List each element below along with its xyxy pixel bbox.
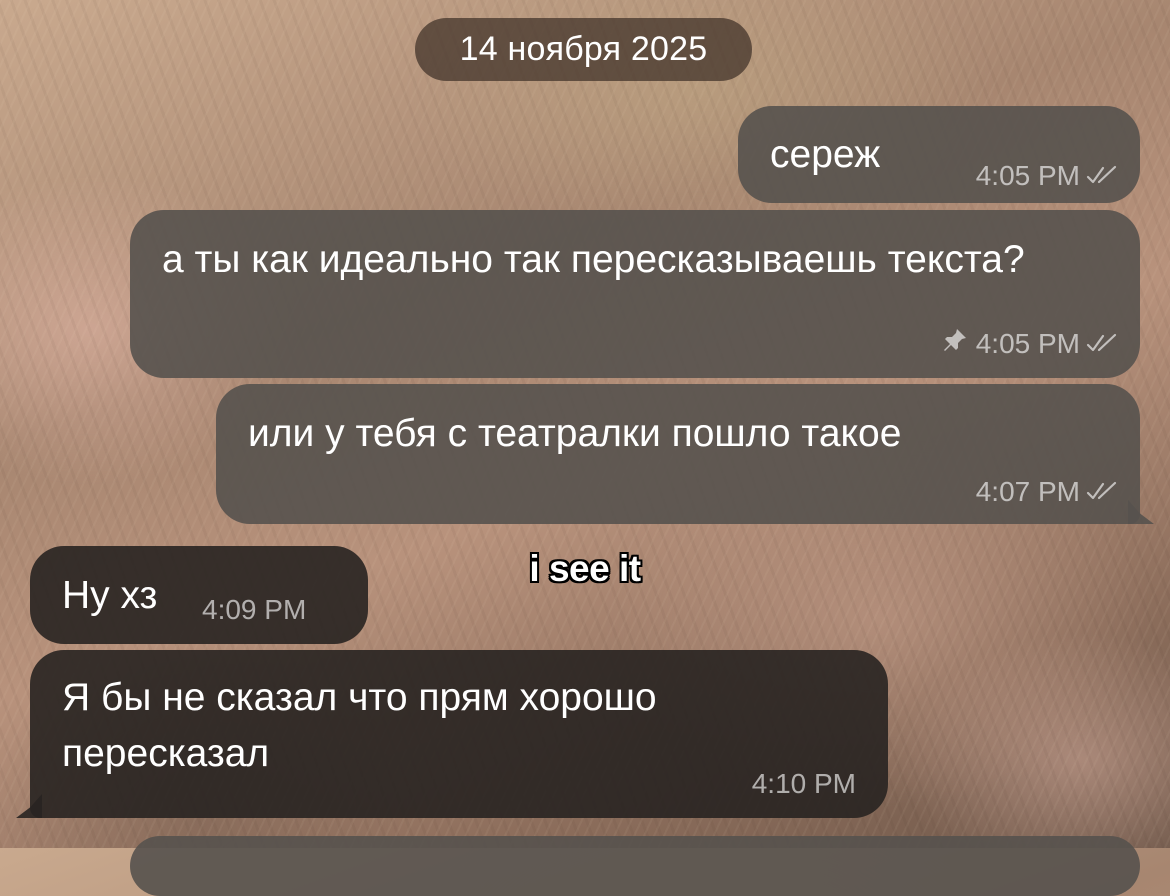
double-check-icon bbox=[1086, 328, 1118, 360]
message-meta: 4:07 PM bbox=[976, 476, 1118, 508]
message-text: Ну хз bbox=[62, 574, 158, 617]
message-time: 4:07 PM bbox=[975, 476, 1080, 507]
message-time: 4:05 PM bbox=[975, 160, 1080, 191]
message-text: или у тебя с театралки пошло такое bbox=[248, 412, 902, 455]
message-text: а ты как идеально так пересказываешь тек… bbox=[162, 238, 1025, 281]
outgoing-message[interactable]: а ты как идеально так пересказываешь тек… bbox=[130, 210, 1140, 378]
double-check-icon bbox=[1086, 476, 1118, 508]
pin-icon bbox=[942, 327, 968, 360]
incoming-message[interactable]: Ну хз 4:09 PM bbox=[30, 546, 368, 644]
outgoing-message[interactable]: или у тебя с театралки пошло такое 4:07 … bbox=[216, 384, 1154, 524]
overlay-caption: i see it bbox=[529, 548, 641, 589]
date-separator: 14 ноября 2025 bbox=[415, 18, 752, 81]
message-time: 4:05 PM bbox=[975, 328, 1080, 359]
double-check-icon bbox=[1086, 160, 1118, 192]
message-time: 4:10 PM bbox=[751, 768, 856, 799]
message-meta: 4:05 PM bbox=[942, 328, 1118, 360]
outgoing-message[interactable]: сереж 4:05 PM bbox=[738, 106, 1140, 203]
incoming-message[interactable]: Я бы не сказал что прям хорошо пересказа… bbox=[16, 650, 888, 818]
message-meta: 4:05 PM bbox=[976, 160, 1118, 192]
message-time: 4:09 PM bbox=[202, 594, 307, 625]
message-text: Я бы не сказал что прям хорошо пересказа… bbox=[62, 676, 657, 775]
outgoing-message-partial[interactable] bbox=[130, 836, 1140, 896]
message-text: сереж bbox=[770, 133, 881, 176]
